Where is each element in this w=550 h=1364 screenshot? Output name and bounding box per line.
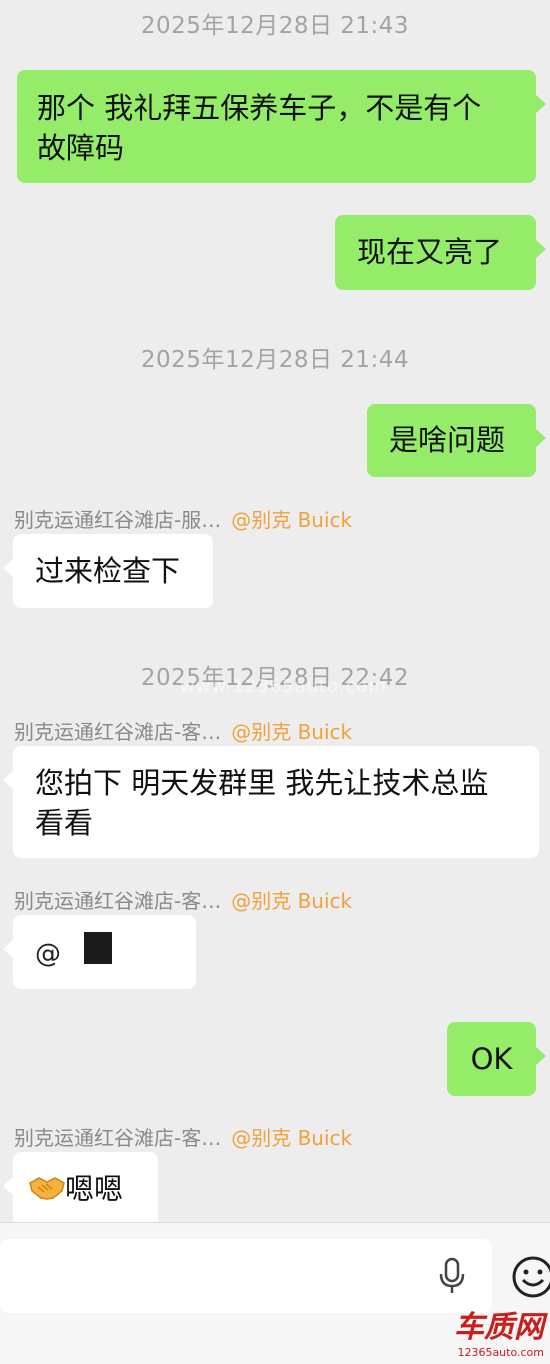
site-logo: 车质网 12365auto.com	[454, 1302, 544, 1359]
logo-name: 车质网	[454, 1310, 544, 1345]
watermark: www.12365auto.com	[180, 676, 387, 697]
message-text: 现在又亮了	[357, 235, 503, 269]
message-bubble-incoming[interactable]: 嗯嗯	[3, 1152, 158, 1226]
sender-label: 别克运通红谷滩店-客… @别克 Buick	[14, 885, 352, 914]
message-bubble-outgoing[interactable]: 那个 我礼拜五保养车子，不是有个 故障码	[17, 70, 546, 183]
sender-name: 别克运通红谷滩店-客…	[14, 720, 222, 744]
sender-label: 别克运通红谷滩店-客… @别克 Buick	[14, 1122, 352, 1151]
sender-mention[interactable]: @别克 Buick	[231, 720, 352, 744]
sender-mention[interactable]: @别克 Buick	[231, 1126, 352, 1150]
message-text: OK	[470, 1042, 513, 1076]
redacted-block	[84, 932, 113, 964]
microphone-icon[interactable]	[438, 1257, 466, 1295]
message-bubble-outgoing[interactable]: OK	[447, 1022, 546, 1096]
message-text: 是啥问题	[389, 423, 506, 457]
logo-url: 12365auto.com	[457, 1346, 544, 1359]
message-text: 故障码	[37, 131, 125, 165]
message-text: 您拍下 明天发群里 我先让技术总监	[35, 766, 489, 800]
message-bubble-outgoing[interactable]: 现在又亮了	[335, 215, 546, 290]
emoji-icon[interactable]	[511, 1255, 550, 1299]
at-symbol: @	[35, 939, 61, 969]
message-bubble-incoming[interactable]: 您拍下 明天发群里 我先让技术总监 看看	[3, 746, 539, 858]
sender-label: 别克运通红谷滩店-客… @别克 Buick	[14, 716, 352, 745]
message-text: 过来检查下	[35, 554, 181, 588]
sender-name: 别克运通红谷滩店-客…	[14, 889, 222, 913]
handshake-icon	[29, 1177, 65, 1200]
message-bubble-incoming[interactable]: 过来检查下	[3, 534, 213, 608]
sender-mention[interactable]: @别克 Buick	[231, 889, 352, 913]
timestamp: 2025年12月28日 21:44	[140, 347, 410, 373]
message-text: 那个 我礼拜五保养车子，不是有个	[37, 91, 482, 125]
sender-name: 别克运通红谷滩店-客…	[14, 1126, 222, 1150]
sender-label: 别克运通红谷滩店-服… @别克 Buick	[14, 504, 352, 533]
message-text: 嗯嗯	[65, 1172, 124, 1206]
message-input[interactable]	[0, 1239, 492, 1313]
message-bubble-incoming[interactable]: @	[3, 915, 196, 989]
sender-mention[interactable]: @别克 Buick	[231, 508, 352, 532]
message-bubble-outgoing[interactable]: 是啥问题	[367, 404, 546, 477]
sender-name: 别克运通红谷滩店-服…	[14, 508, 222, 532]
message-text: 看看	[35, 806, 94, 840]
timestamp: 2025年12月28日 21:43	[140, 13, 410, 39]
